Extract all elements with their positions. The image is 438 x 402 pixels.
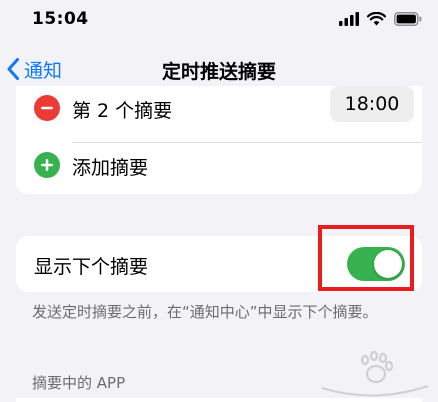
summary-row-2: 第 2 个摘要 18:00 (16, 86, 422, 142)
show-next-summary-group: 显示下个摘要 (16, 236, 422, 292)
apps-section-header: 摘要中的 APP (32, 374, 126, 392)
minus-icon (41, 106, 53, 110)
toggle-knob (374, 250, 402, 278)
wifi-icon (367, 12, 386, 26)
show-next-summary-label: 显示下个摘要 (34, 256, 149, 278)
remove-summary-button[interactable] (34, 95, 60, 121)
signal-bars-icon (339, 12, 359, 26)
plus-icon (41, 159, 53, 171)
page-title: 定时推送摘要 (161, 61, 276, 83)
summary-time-picker[interactable]: 18:00 (330, 86, 414, 122)
status-time: 15:04 (32, 9, 89, 29)
summary-label: 第 2 个摘要 (72, 100, 173, 122)
footer-note: 发送定时摘要之前，在“通知中心”中显示下个摘要。 (32, 303, 378, 321)
status-bar: 15:04 (0, 0, 438, 40)
show-next-summary-toggle[interactable] (347, 247, 405, 281)
status-icons (339, 11, 422, 27)
summary-schedule-group: 第 2 个摘要 18:00 添加摘要 (16, 86, 422, 194)
apps-group-top-edge (16, 398, 422, 402)
add-summary-button[interactable] (34, 152, 60, 178)
add-summary-row[interactable]: 添加摘要 (16, 143, 422, 194)
battery-icon (394, 12, 422, 26)
baidu-jingyan-watermark (321, 350, 429, 397)
add-summary-label: 添加摘要 (72, 157, 149, 179)
